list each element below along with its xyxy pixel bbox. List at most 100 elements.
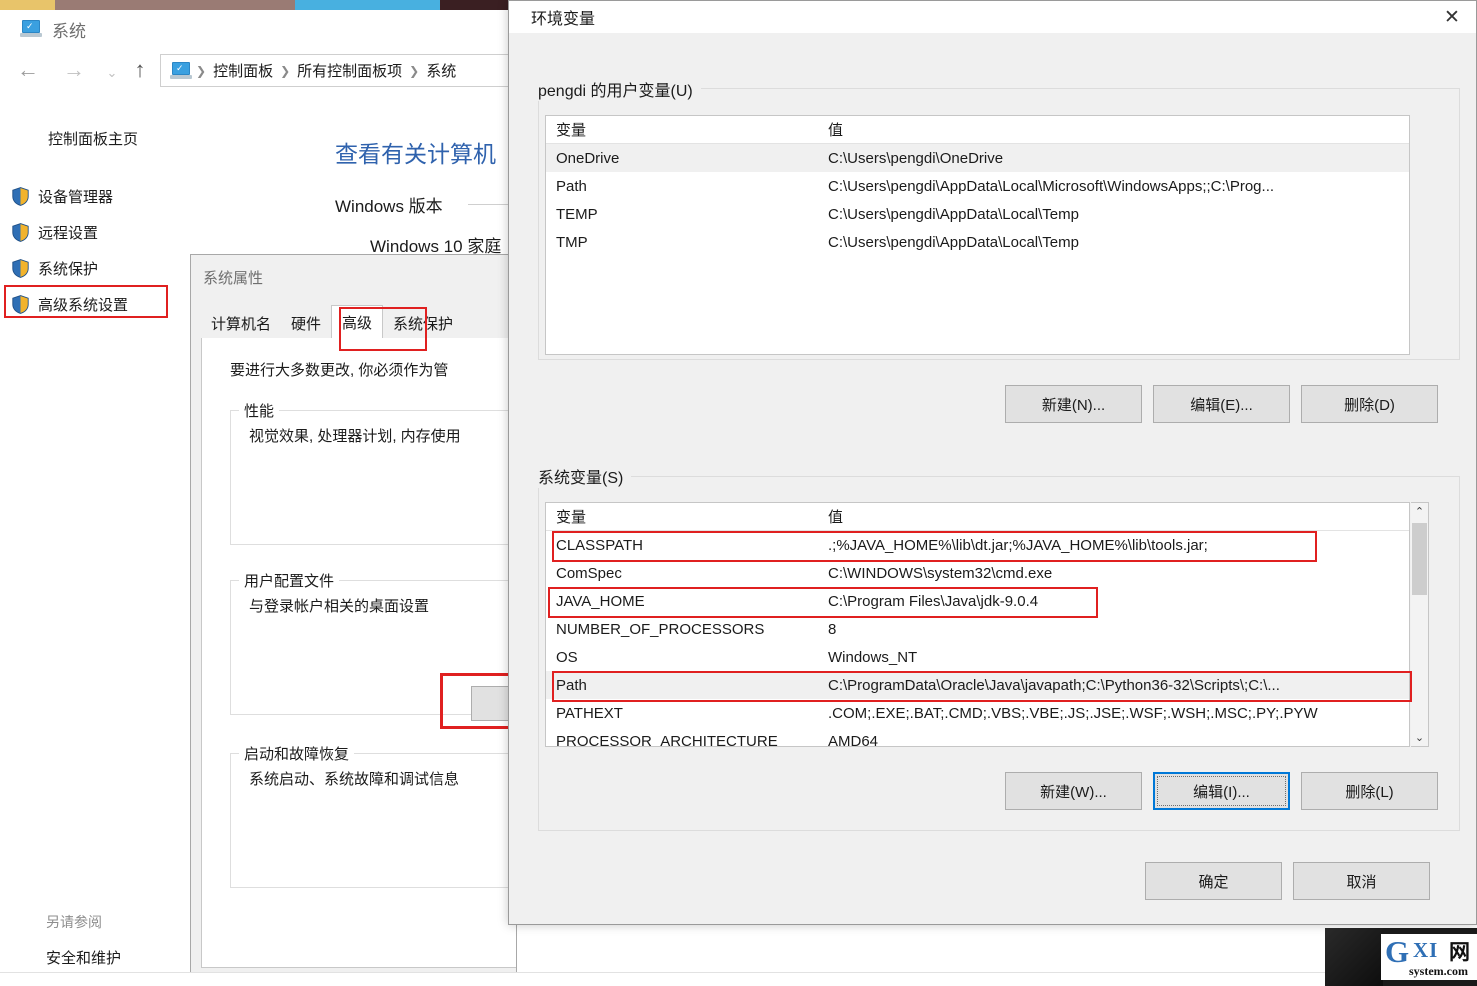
user-var-name: TEMP [556,205,598,223]
breadcrumb-separator-icon: ❯ [280,63,291,78]
scroll-down-icon[interactable]: ⌄ [1411,729,1428,746]
back-arrow-icon[interactable]: ← [14,58,42,82]
watermark-subtitle: system.com [1409,964,1468,978]
sidebar-item-system-protection[interactable]: 系统保护 [12,254,98,282]
user-profiles-group-text: 与登录帐户相关的桌面设置 [249,598,430,615]
watermark-dark-area [1325,928,1383,986]
up-arrow-icon[interactable]: ↑ [126,58,154,82]
table-row[interactable]: TMP C:\Users\pengdi\AppData\Local\Temp [546,228,1409,256]
user-col-variable: 变量 [556,122,587,139]
table-row[interactable]: PROCESSOR_ARCHITECTURE AMD64 [546,727,1409,747]
table-row[interactable]: PATHEXT .COM;.EXE;.BAT;.CMD;.VBS;.VBE;.J… [546,699,1409,727]
breadcrumb-computer-icon: ✓ [170,61,192,80]
system-properties-body: 要进行大多数更改, 你必须作为管 性能 视觉效果, 处理器计划, 内存使用 用户… [201,338,516,968]
breadcrumb-item-2[interactable]: 系统 [423,60,459,81]
sidebar-item-remote-settings[interactable]: 远程设置 [12,218,98,246]
page-title: 查看有关计算机 [335,141,496,167]
windows-version-label: Windows 版本 [335,197,443,216]
breadcrumb-item-1[interactable]: 所有控制面板项 [294,60,405,81]
system-var-name: OS [556,648,578,666]
admin-requirement-note: 要进行大多数更改, 你必须作为管 [230,362,449,379]
breadcrumb-separator-icon: ❯ [196,63,207,78]
system-variables-table[interactable]: 变量 值 CLASSPATH .;%JAVA_HOME%\lib\dt.jar;… [545,502,1410,747]
system-col-variable: 变量 [556,509,587,526]
section-divider [468,204,513,205]
shield-icon [12,186,29,206]
user-var-name: TMP [556,233,588,251]
user-var-value: C:\Users\pengdi\AppData\Local\Microsoft\… [828,177,1275,195]
user-table-header: 变量 值 [546,116,1409,144]
ok-button[interactable]: 确定 [1145,862,1282,900]
table-row[interactable]: JAVA_HOME C:\Program Files\Java\jdk-9.0.… [546,587,1409,615]
sidebar-item-label: 远程设置 [38,224,99,242]
startup-recovery-group-text: 系统启动、系统故障和调试信息 [249,771,460,788]
system-var-value: C:\Program Files\Java\jdk-9.0.4 [828,592,1039,610]
table-row[interactable]: TEMP C:\Users\pengdi\AppData\Local\Temp [546,200,1409,228]
system-properties-dialog: 系统属性 计算机名 硬件 高级 系统保护 要进行大多数更改, 你必须作为管 性能… [190,254,517,976]
user-var-value: C:\Users\pengdi\AppData\Local\Temp [828,205,1079,223]
system-var-name: PATHEXT [556,704,623,722]
annotation-box-advanced-system-settings [4,285,168,318]
see-also-security-maintenance-link[interactable]: 安全和维护 [46,947,121,968]
user-edit-button[interactable]: 编辑(E)... [1153,385,1290,423]
table-row[interactable]: Path C:\ProgramData\Oracle\Java\javapath… [546,671,1409,699]
performance-group-label: 性能 [239,400,280,421]
system-var-value: C:\ProgramData\Oracle\Java\javapath;C:\P… [828,676,1280,694]
table-row[interactable]: OS Windows_NT [546,643,1409,671]
env-dialog-title: 环境变量 [531,11,596,28]
system-var-value: .;%JAVA_HOME%\lib\dt.jar;%JAVA_HOME%\lib… [828,536,1208,554]
user-delete-button[interactable]: 删除(D) [1301,385,1438,423]
system-table-header: 变量 值 [546,503,1409,531]
system-properties-title: 系统属性 [203,270,264,287]
close-icon[interactable]: ✕ [1428,1,1476,33]
table-row[interactable]: NUMBER_OF_PROCESSORS 8 [546,615,1409,643]
user-profiles-group-label: 用户配置文件 [239,570,340,591]
user-variables-section-label: pengdi 的用户变量(U) [538,77,701,101]
system-var-name: PROCESSOR_ARCHITECTURE [556,732,778,747]
system-var-value: C:\WINDOWS\system32\cmd.exe [828,564,1053,582]
breadcrumb[interactable]: ✓ ❯ 控制面板 ❯ 所有控制面板项 ❯ 系统 [160,54,520,87]
control-panel-title: 系统 [52,21,86,41]
sidebar-item-label: 设备管理器 [38,188,114,206]
env-dialog-titlebar: 环境变量 ✕ [509,1,1476,33]
user-var-value: C:\Users\pengdi\OneDrive [828,149,1004,167]
scrollbar-thumb[interactable] [1412,523,1427,595]
watermark-letters-xi: XI [1413,938,1439,962]
user-variables-table[interactable]: 变量 值 OneDrive C:\Users\pengdi\OneDrive P… [545,115,1410,355]
system-delete-button[interactable]: 删除(L) [1301,772,1438,810]
control-panel-statusbar [0,972,1325,986]
chevron-down-icon[interactable]: ⌄ [98,61,126,85]
table-row[interactable]: Path C:\Users\pengdi\AppData\Local\Micro… [546,172,1409,200]
system-new-button[interactable]: 新建(W)... [1005,772,1142,810]
scroll-up-icon[interactable]: ⌃ [1411,503,1428,520]
strip-segment [0,0,55,10]
table-row[interactable]: CLASSPATH .;%JAVA_HOME%\lib\dt.jar;%JAVA… [546,531,1409,559]
user-var-name: Path [556,177,587,195]
table-row[interactable]: ComSpec C:\WINDOWS\system32\cmd.exe [546,559,1409,587]
control-panel-sidebar: 控制面板主页 设备管理器 远程设置 系统保护 高级系统设置 另请参阅 安全和维护 [0,92,186,986]
startup-recovery-group-label: 启动和故障恢复 [239,743,355,764]
sidebar-home-link[interactable]: 控制面板主页 [48,128,138,149]
tab-computer-name[interactable]: 计算机名 [201,308,282,338]
shield-icon [12,222,29,242]
system-variables-section-label: 系统变量(S) [538,464,632,488]
annotation-box-advanced-tab [339,307,427,351]
system-var-name: NUMBER_OF_PROCESSORS [556,620,765,638]
watermark-char-net: 网 [1449,941,1470,964]
system-var-value: 8 [828,620,837,638]
strip-segment [55,0,295,10]
tab-hardware[interactable]: 硬件 [281,308,332,338]
cancel-button[interactable]: 取消 [1293,862,1430,900]
breadcrumb-item-0[interactable]: 控制面板 [210,60,276,81]
strip-segment [295,0,440,10]
sidebar-item-device-manager[interactable]: 设备管理器 [12,182,113,210]
table-row[interactable]: OneDrive C:\Users\pengdi\OneDrive [546,144,1409,172]
system-monitor-icon: ✓ [20,20,42,38]
system-var-name: Path [556,676,587,694]
system-variables-scrollbar[interactable]: ⌃ ⌄ [1411,502,1429,747]
system-edit-button[interactable]: 编辑(I)... [1153,772,1290,810]
system-var-value: AMD64 [828,732,879,747]
user-new-button[interactable]: 新建(N)... [1005,385,1142,423]
forward-arrow-icon[interactable]: → [60,58,88,82]
user-col-value: 值 [828,122,844,139]
